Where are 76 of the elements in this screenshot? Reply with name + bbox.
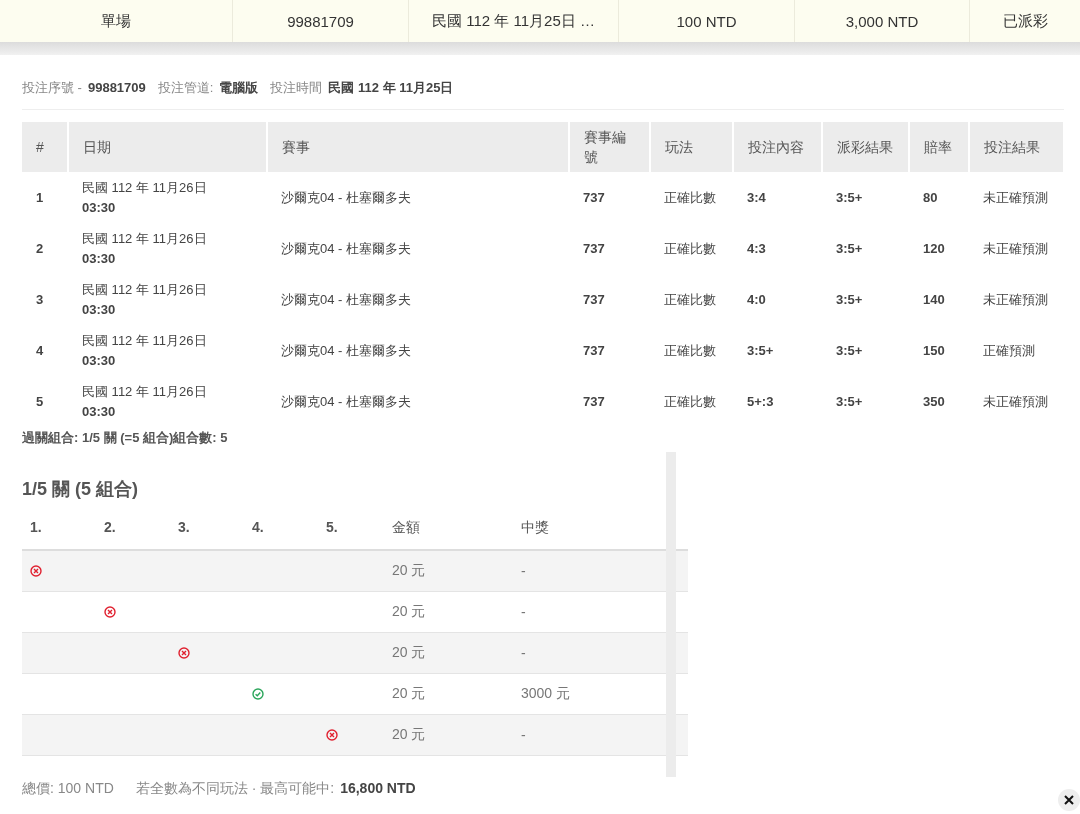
column-header: 賽事編號 [569, 122, 650, 172]
table-cell-text: 3:5+ [835, 239, 864, 258]
table-cell-text: 5+:3 [746, 392, 775, 411]
close-button[interactable] [1058, 789, 1080, 811]
table-cell: 737 [569, 172, 650, 223]
table-cell-text: 140 [922, 290, 946, 309]
table-cell-text: 737 [582, 341, 606, 360]
table-cell: 民國 112 年 11月26日 03:30 [68, 172, 267, 223]
column-header: 派彩結果 [822, 122, 909, 172]
bet-info-text: 投注時間 民國 112 年 11月25日 [270, 79, 454, 97]
table-cell-text: 沙爾克04 - 杜塞爾多夫 [280, 239, 412, 258]
total-text: 總價: 100 NTD [22, 780, 114, 798]
amount-cell: 20 元 [392, 633, 521, 674]
table-cell-text: 正確比數 [663, 239, 717, 258]
check-circle-icon [252, 688, 264, 700]
amount-cell: 20 元 [392, 551, 521, 592]
table-cell-text: 3:5+ [746, 341, 775, 360]
column-header: 投注內容 [733, 122, 822, 172]
table-cell-text: 民國 112 年 11月26日 03:30 [81, 229, 208, 268]
amount-cell: 20 元 [392, 715, 521, 756]
table-cell-text: 3:5+ [835, 341, 864, 360]
table-cell-text: 4 [35, 341, 45, 360]
table-cell: 正確比數 [650, 172, 733, 223]
table-cell-text: 沙爾克04 - 杜塞爾多夫 [280, 290, 412, 309]
prize-cell: - [521, 633, 688, 674]
column-header: 賽事 [267, 122, 569, 172]
table-cell-text: 3 [35, 290, 45, 309]
column-header: 賠率 [909, 122, 969, 172]
scrollbar[interactable] [666, 452, 676, 777]
table-cell-text: 未正確預測 [982, 290, 1049, 309]
parlay-summary: 過關組合: 1/5 關 (=5 組合)組合數: 5 [22, 429, 229, 447]
bet-info-text: 投注序號 - 99881709 [22, 79, 146, 97]
table-cell-text: 150 [922, 341, 946, 360]
table-cell-text: 沙爾克04 - 杜塞爾多夫 [280, 341, 412, 360]
table-cell: 80 [909, 172, 969, 223]
table-cell-text: 未正確預測 [982, 392, 1049, 411]
table-cell-text: 民國 112 年 11月26日 03:30 [81, 382, 208, 421]
column-header: 日期 [68, 122, 267, 172]
table-cell-text: 2 [35, 239, 45, 258]
cross-circle-icon [30, 565, 42, 577]
prize-cell: - [521, 715, 688, 756]
table-cell-text: 737 [582, 392, 606, 411]
table-cell: 沙爾克04 - 杜塞爾多夫 [267, 172, 569, 223]
table-cell-text: 3:5+ [835, 392, 864, 411]
column-header: 玩法 [650, 122, 733, 172]
table-cell-text: 正確比數 [663, 290, 717, 309]
table-cell-text: 正確比數 [663, 341, 717, 360]
table-cell-text: 120 [922, 239, 946, 258]
table-cell: 1 [22, 172, 68, 223]
summary-cell-text: 已派彩 [1001, 10, 1049, 31]
bet-info-text: 投注管道: 電腦版 [157, 79, 259, 97]
table-cell-text: 民國 112 年 11月26日 03:30 [81, 331, 208, 370]
table-cell-text: 4:3 [746, 239, 767, 258]
table-cell-text: 737 [582, 290, 606, 309]
cross-circle-icon [178, 647, 190, 659]
table-cell-text: 未正確預測 [982, 239, 1049, 258]
table-cell-text: 沙爾克04 - 杜塞爾多夫 [280, 392, 412, 411]
prize-cell: - [521, 551, 688, 592]
close-icon [1064, 795, 1074, 805]
table-cell-text: 350 [922, 392, 946, 411]
column-header: # [22, 122, 68, 172]
table-cell-text: 正確預測 [982, 341, 1036, 360]
table-cell-text: 正確比數 [663, 392, 717, 411]
table-cell: 未正確預測 [969, 172, 1063, 223]
cross-circle-icon [104, 606, 116, 618]
cross-circle-icon [326, 729, 338, 741]
table-cell: 3:5+ [822, 172, 909, 223]
table-cell: 3:4 [733, 172, 822, 223]
section-title: 1/5 關 (5 組合) [22, 478, 140, 501]
column-header: 投注結果 [969, 122, 1063, 172]
table-cell-text: 737 [582, 239, 606, 258]
table-cell-text: 民國 112 年 11月26日 03:30 [81, 280, 208, 319]
table-cell-text: 3:5+ [835, 290, 864, 309]
table-cell-text: 5 [35, 392, 45, 411]
table-cell-text: 4:0 [746, 290, 767, 309]
max-win-text: 若全數為不同玩法 · 最高可能中: 16,800 NTD [135, 780, 416, 798]
